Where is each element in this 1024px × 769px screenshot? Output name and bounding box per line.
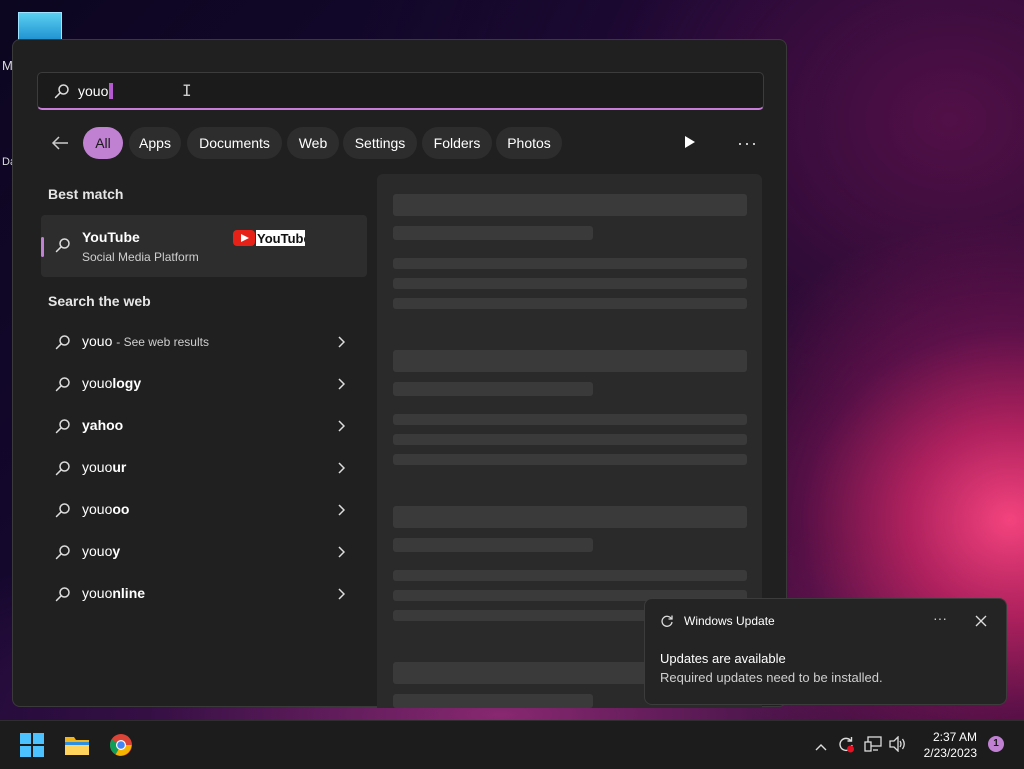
taskbar: 2:37 AM 2/23/2023: [0, 720, 1024, 769]
skeleton-block: [393, 434, 747, 445]
chevron-up-icon[interactable]: [815, 738, 827, 756]
search-icon: [55, 502, 71, 523]
notification-toast[interactable]: Windows Update ··· Updates are available…: [644, 598, 1007, 705]
volume-icon[interactable]: [889, 735, 907, 757]
filter-chip-photos[interactable]: Photos: [496, 127, 562, 159]
skeleton-block: [393, 226, 593, 240]
search-icon: [55, 460, 71, 481]
skeleton-block: [393, 194, 747, 216]
suggestion-label: youology: [82, 375, 142, 391]
update-sync-icon[interactable]: [837, 735, 855, 758]
suggestion-row[interactable]: youooo: [41, 492, 367, 528]
filter-chip-all[interactable]: All: [83, 127, 123, 159]
chevron-right-icon: [337, 335, 346, 353]
play-icon[interactable]: [684, 135, 696, 154]
back-arrow-icon[interactable]: [51, 135, 69, 156]
suggestion-row[interactable]: youonline: [41, 576, 367, 612]
suggestion-label: yahoo: [82, 417, 124, 433]
best-match-title: YouTube: [82, 229, 140, 245]
chevron-right-icon: [337, 503, 346, 521]
toast-title: Updates are available: [660, 651, 786, 666]
filter-chip-settings[interactable]: Settings: [343, 127, 417, 159]
skeleton-block: [393, 278, 747, 289]
search-icon: [54, 83, 70, 104]
web-result-row[interactable]: youo - See web results: [41, 324, 367, 360]
chrome-icon[interactable]: [109, 733, 133, 762]
best-match-item[interactable]: YouTube Social Media Platform YouTube: [41, 215, 367, 277]
search-icon: [55, 237, 71, 258]
skeleton-block: [393, 382, 593, 396]
search-icon: [55, 544, 71, 565]
suggestion-row[interactable]: youour: [41, 450, 367, 486]
search-icon: [55, 586, 71, 607]
clock-time: 2:37 AM: [932, 730, 977, 744]
youtube-logo-icon: YouTube: [233, 229, 311, 247]
toast-app-name: Windows Update: [684, 614, 775, 628]
windows-start-icon[interactable]: [20, 733, 44, 762]
skeleton-block: [393, 454, 747, 465]
suggestion-row[interactable]: youoy: [41, 534, 367, 570]
search-input[interactable]: youo: [78, 83, 114, 99]
best-match-heading: Best match: [48, 186, 124, 202]
skeleton-block: [393, 570, 747, 581]
suggestion-label: youoy: [82, 543, 121, 559]
selection-indicator: [41, 237, 44, 257]
filter-chip-documents[interactable]: Documents: [187, 127, 282, 159]
close-icon[interactable]: [975, 614, 987, 632]
search-web-heading: Search the web: [48, 293, 151, 309]
more-options-icon[interactable]: ···: [933, 610, 947, 626]
text-caret: [109, 83, 114, 99]
toast-body: Required updates need to be installed.: [660, 670, 883, 685]
skeleton-block: [393, 350, 747, 372]
skeleton-block: [393, 258, 747, 269]
refresh-icon: [660, 614, 674, 633]
chevron-right-icon: [337, 377, 346, 395]
best-match-subtitle: Social Media Platform: [82, 250, 199, 264]
search-query: youo: [78, 83, 109, 99]
chevron-right-icon: [337, 545, 346, 563]
search-icon: [55, 334, 71, 355]
suggestion-label: youonline: [82, 585, 146, 601]
search-icon: [55, 376, 71, 397]
search-box[interactable]: youo I: [37, 72, 764, 110]
web-result-label: youo - See web results: [82, 333, 209, 349]
clock-date: 2/23/2023: [923, 746, 977, 760]
suggestion-label: youooo: [82, 501, 130, 517]
file-explorer-icon[interactable]: [64, 734, 90, 761]
suggestion-row[interactable]: yahoo: [41, 408, 367, 444]
skeleton-block: [393, 506, 747, 528]
taskbar-clock[interactable]: 2:37 AM 2/23/2023: [924, 729, 977, 761]
skeleton-block: [393, 694, 593, 708]
suggestion-label: youour: [82, 459, 127, 475]
filter-chip-web[interactable]: Web: [287, 127, 339, 159]
chevron-right-icon: [337, 587, 346, 605]
network-icon[interactable]: [864, 736, 882, 757]
filter-chip-apps[interactable]: Apps: [129, 127, 181, 159]
skeleton-block: [393, 298, 747, 309]
filter-chip-folders[interactable]: Folders: [422, 127, 492, 159]
search-icon: [55, 418, 71, 439]
skeleton-block: [393, 414, 747, 425]
chevron-right-icon: [337, 419, 346, 437]
ibeam-cursor-icon: I: [182, 81, 192, 100]
notification-badge[interactable]: 1: [988, 736, 1004, 752]
more-options-icon[interactable]: ···: [737, 133, 758, 154]
skeleton-block: [393, 538, 593, 552]
desktop-folder-icon[interactable]: [18, 12, 62, 42]
suggestion-row[interactable]: youology: [41, 366, 367, 402]
svg-text:YouTube: YouTube: [257, 231, 305, 246]
chevron-right-icon: [337, 461, 346, 479]
